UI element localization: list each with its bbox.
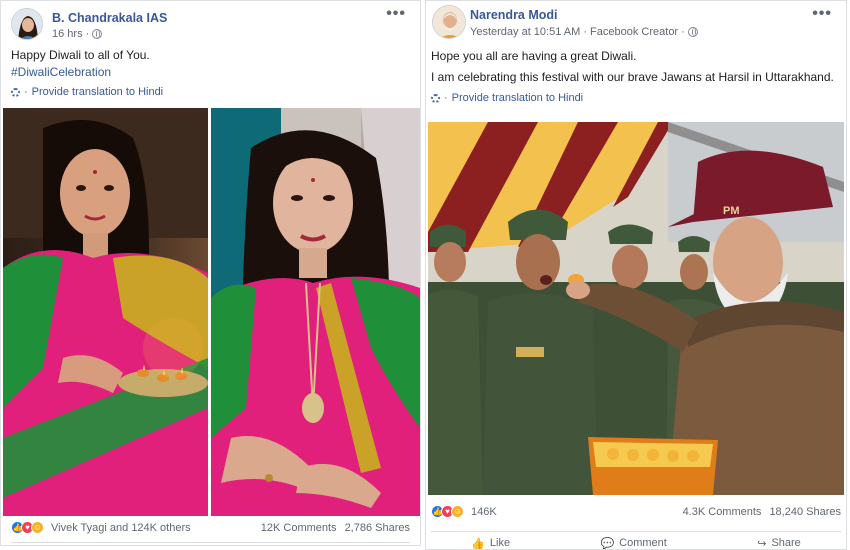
more-options-icon[interactable]: ••• [812, 5, 832, 23]
haha-reaction-icon: ☺ [31, 521, 44, 534]
comment-button[interactable]: 💬 Comment [600, 537, 666, 549]
divider [431, 531, 841, 532]
post-header: B. Chandrakala IAS 16 hrs · ••• [1, 1, 420, 43]
post-header: Narendra Modi Yesterday at 10:51 AM · Fa… [426, 1, 846, 43]
post-actions-bar: 👍 Like 💬 Comment ↪ Share [426, 537, 846, 549]
cap-logo: PM [723, 205, 740, 217]
translate-label: Provide translation to Hindi [451, 92, 584, 104]
post-photo-portrait[interactable] [211, 108, 420, 516]
share-label: Share [771, 537, 801, 549]
gear-icon [431, 93, 440, 103]
reaction-icons[interactable]: 👍 ♥ ☺ [11, 521, 44, 534]
gear-icon [11, 87, 20, 97]
reaction-icons[interactable]: 👍 ♥ ☺ [431, 505, 464, 518]
translate-link[interactable]: · Provide translation to Hindi [1, 86, 420, 98]
engagement-counts: 4.3K Comments 18,240 Shares [683, 506, 841, 518]
post-text: Hope you all are having a great Diwali. … [426, 48, 846, 86]
post-meta: Yesterday at 10:51 AM · Facebook Creator… [470, 26, 698, 38]
author-avatar[interactable] [432, 5, 466, 39]
author-name[interactable]: Narendra Modi [470, 8, 558, 22]
share-icon: ↪ [757, 538, 767, 549]
facebook-post-modi: Narendra Modi Yesterday at 10:51 AM · Fa… [425, 0, 847, 550]
reactions-summary: 👍 ♥ ☺ 146K 4.3K Comments 18,240 Shares [426, 505, 846, 518]
post-meta: 16 hrs · [52, 28, 103, 40]
translate-link[interactable]: · Provide translation to Hindi [426, 92, 846, 104]
post-text: Happy Diwali to all of You. #DiwaliCeleb… [1, 47, 420, 81]
screenshot-collage: B. Chandrakala IAS 16 hrs · ••• Happy Di… [0, 0, 850, 550]
shares-count[interactable]: 18,240 Shares [769, 506, 841, 518]
shares-count[interactable]: 2,786 Shares [345, 522, 410, 534]
reactions-summary: 👍 ♥ ☺ Vivek Tyagi and 124K others 12K Co… [1, 521, 420, 534]
globe-icon [92, 29, 103, 39]
engagement-counts: 12K Comments 2,786 Shares [261, 522, 410, 534]
like-button[interactable]: 👍 Like [471, 537, 510, 549]
translate-label: Provide translation to Hindi [31, 86, 164, 98]
post-photo-jawans[interactable]: PM [428, 122, 844, 495]
globe-icon [687, 27, 698, 37]
haha-reaction-icon: ☺ [451, 505, 464, 518]
post-line: Hope you all are having a great Diwali. [431, 49, 637, 63]
comment-label: Comment [619, 537, 667, 549]
reactors-text[interactable]: 146K [471, 506, 497, 518]
post-line: I am celebrating this festival with our … [431, 70, 834, 84]
hashtag-link[interactable]: #DiwaliCelebration [11, 64, 410, 81]
post-line: Happy Diwali to all of You. [11, 48, 150, 62]
more-options-icon[interactable]: ••• [386, 5, 406, 23]
post-time[interactable]: 16 hrs [52, 28, 83, 40]
facebook-post-chandrakala: B. Chandrakala IAS 16 hrs · ••• Happy Di… [0, 0, 421, 546]
comments-count[interactable]: 12K Comments [261, 522, 337, 534]
post-photo-diya[interactable] [3, 108, 208, 516]
comment-icon: 💬 [600, 538, 615, 549]
share-button[interactable]: ↪ Share [757, 537, 801, 549]
like-label: Like [489, 537, 511, 549]
post-time[interactable]: Yesterday at 10:51 AM · Facebook Creator [470, 26, 678, 38]
reactors-text[interactable]: Vivek Tyagi and 124K others [51, 522, 191, 534]
like-icon: 👍 [471, 538, 485, 549]
author-name[interactable]: B. Chandrakala IAS [52, 11, 167, 25]
comments-count[interactable]: 4.3K Comments [683, 506, 762, 518]
divider [11, 542, 410, 543]
author-avatar[interactable] [11, 8, 43, 40]
